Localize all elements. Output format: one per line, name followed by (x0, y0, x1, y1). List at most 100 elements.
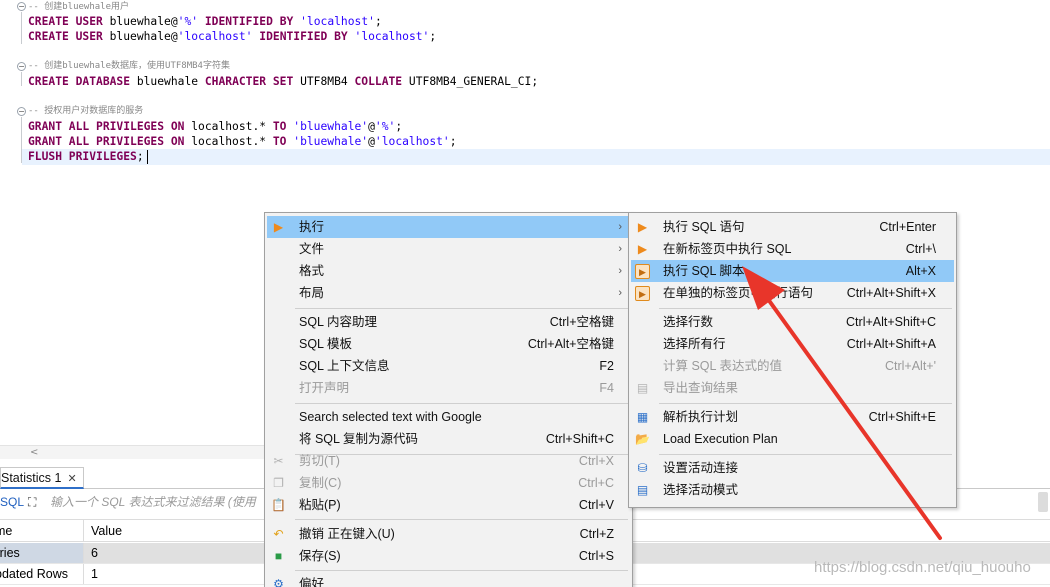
code-token: 'localhost' (300, 15, 375, 28)
menu-item-select-all-rows[interactable]: 选择所有行 Ctrl+Alt+Shift+A (631, 333, 954, 355)
code-token: '%' (177, 15, 199, 28)
code-token: UTF8MB4 (293, 75, 355, 88)
menu-item-execute-script[interactable]: ▶ 执行 SQL 脚本 Alt+X (631, 260, 954, 282)
code-token: bluewhale@ (102, 30, 178, 43)
menu-item-save[interactable]: ■ 保存(S) Ctrl+S (267, 545, 630, 567)
code-token: TO (272, 120, 287, 133)
chevron-right-icon: › (618, 265, 622, 277)
code-token: '%' (374, 120, 396, 133)
filter-input[interactable]: 输入一个 SQL 表达式来过滤结果 (使用 (50, 491, 256, 513)
code-line: GRANT ALL PRIVILEGES ON localhost.* TO '… (28, 119, 402, 134)
column-header-value[interactable]: Value (91, 520, 122, 542)
menu-item-explain-plan[interactable]: ▦ 解析执行计划 Ctrl+Shift+E (631, 406, 954, 428)
current-line-highlight (22, 149, 1050, 165)
fold-guide (21, 117, 22, 163)
watermark: https://blog.csdn.net/qiu_huouho (814, 559, 1031, 576)
fold-toggle-icon[interactable]: − (17, 62, 26, 71)
execute-statement-icon: ▶ (637, 220, 648, 234)
menu-item-export-results[interactable]: ▤ 导出查询结果 (631, 377, 954, 399)
menu-item-paste[interactable]: 📋 粘贴(P) Ctrl+V (267, 494, 630, 516)
menu-item-format[interactable]: 格式 › (267, 260, 630, 282)
chevron-right-icon: › (618, 221, 622, 233)
code-token: CREATE DATABASE (28, 75, 131, 88)
menu-item-load-execution-plan[interactable]: 📂 Load Execution Plan (631, 428, 954, 450)
menu-item-set-active-connection[interactable]: ⛁ 设置活动连接 (631, 457, 954, 479)
code-token: CHARACTER SET (204, 75, 294, 88)
menu-item-execute[interactable]: ▶ 执行 › (267, 216, 630, 238)
menu-item-sql-assist[interactable]: SQL 内容助理 Ctrl+空格键 (267, 311, 630, 333)
fold-toggle-icon[interactable]: − (17, 2, 26, 11)
code-token: 'localhost' (177, 30, 253, 43)
row-value: 1 (91, 567, 98, 581)
code-line: FLUSH PRIVILEGES; (28, 149, 144, 164)
menu-item-sql-template[interactable]: SQL 模板 Ctrl+Alt+空格键 (267, 333, 630, 355)
menu-separator (659, 308, 952, 309)
menu-item-execute-separate-tabs[interactable]: ▶ 在单独的标签页中执行语句 Ctrl+Alt+Shift+X (631, 282, 954, 304)
code-line: CREATE USER bluewhale@'%' IDENTIFIED BY … (28, 14, 382, 29)
menu-item-execute-new-tab[interactable]: ▶ 在新标签页中执行 SQL Ctrl+\ (631, 238, 954, 260)
code-token: @ (368, 120, 375, 133)
menu-item-select-active-schema[interactable]: ▤ 选择活动模式 (631, 479, 954, 501)
editor-context-menu: ▶ 执行 › 文件 › 格式 › 布局 › SQL 内容助理 Ctrl+空格键 … (264, 212, 633, 587)
code-line: GRANT ALL PRIVILEGES ON localhost.* TO '… (28, 134, 457, 149)
code-token: bluewhale (130, 75, 205, 88)
row-name: Queries (0, 543, 84, 563)
menu-item-select-row-count[interactable]: 选择行数 Ctrl+Alt+Shift+C (631, 311, 954, 333)
menu-item-undo[interactable]: ↶ 撤销 正在键入(U) Ctrl+Z (267, 523, 630, 545)
code-token: UTF8MB4_GENERAL_CI; (402, 75, 539, 88)
code-token: -- 授权用户对数据库的服务 (28, 106, 144, 116)
export-icon: ▤ (636, 381, 649, 395)
code-token: CREATE USER (28, 15, 103, 28)
menu-item-execute-statement[interactable]: ▶ 执行 SQL 语句 Ctrl+Enter (631, 216, 954, 238)
menu-separator (295, 308, 628, 309)
menu-item-copy-as-source[interactable]: 将 SQL 复制为源代码 Ctrl+Shift+C (267, 428, 630, 450)
menu-separator (659, 454, 952, 455)
menu-item-layout[interactable]: 布局 › (267, 282, 630, 304)
paste-icon: 📋 (271, 498, 286, 512)
close-icon[interactable]: ✕ (67, 473, 76, 485)
code-token: ; (374, 15, 382, 28)
explain-plan-icon: ▦ (636, 410, 649, 424)
save-icon: ■ (274, 549, 283, 563)
fold-guide (21, 12, 22, 44)
code-token: localhost.* (184, 120, 273, 133)
results-scrollbar[interactable] (1038, 492, 1048, 512)
code-token: IDENTIFIED BY (259, 30, 348, 43)
fold-toggle-icon[interactable]: − (17, 107, 26, 116)
active-schema-icon: ▤ (636, 483, 649, 497)
menu-item-open-declaration[interactable]: 打开声明 F4 (267, 377, 630, 399)
menu-item-copy[interactable]: ❐ 复制(C) Ctrl+C (267, 472, 630, 494)
code-token: 'bluewhale' (293, 135, 369, 148)
code-line: CREATE USER bluewhale@'localhost' IDENTI… (28, 29, 436, 44)
execute-new-tab-icon: ▶ (637, 242, 648, 256)
column-header-name[interactable]: Name (0, 520, 84, 541)
menu-separator (295, 519, 628, 520)
filter-sql-label[interactable]: SQL (0, 491, 24, 513)
copy-icon: ❐ (273, 476, 284, 490)
row-value: 6 (91, 546, 98, 560)
menu-item-google-search[interactable]: Search selected text with Google (267, 406, 630, 428)
chevron-right-icon: › (618, 243, 622, 255)
menu-item-sql-context[interactable]: SQL 上下文信息 F2 (267, 355, 630, 377)
code-token: COLLATE (354, 75, 403, 88)
code-token: CREATE USER (28, 30, 103, 43)
menu-item-evaluate-expression[interactable]: 计算 SQL 表达式的值 Ctrl+Alt+' (631, 355, 954, 377)
code-token: @ (368, 135, 375, 148)
preferences-icon: ⚙ (273, 577, 284, 587)
chevron-right-icon: › (618, 287, 622, 299)
scroll-left-icon[interactable]: < (30, 446, 38, 459)
code-token: -- 创建bluewhale数据库，使用UTF8MB4字符集 (28, 61, 230, 71)
editor-horizontal-scrollbar[interactable]: < (0, 445, 265, 459)
code-token: bluewhale@ (102, 15, 178, 28)
menu-item-preferences[interactable]: ⚙ 偏好 (267, 573, 630, 587)
menu-item-file[interactable]: 文件 › (267, 238, 630, 260)
execute-submenu: ▶ 执行 SQL 语句 Ctrl+Enter ▶ 在新标签页中执行 SQL Ct… (628, 212, 957, 508)
menu-item-cut[interactable]: ✂ 剪切(T) Ctrl+X (267, 450, 630, 472)
code-line: -- 授权用户对数据库的服务 (28, 104, 143, 119)
execute-script-icon: ▶ (635, 264, 650, 279)
filter-expand-icon[interactable]: ⛶ (28, 495, 43, 509)
tab-statistics[interactable]: Statistics 1 ✕ (0, 467, 84, 489)
code-line: -- 创建bluewhale数据库，使用UTF8MB4字符集 (28, 59, 230, 74)
undo-icon: ↶ (273, 527, 284, 541)
